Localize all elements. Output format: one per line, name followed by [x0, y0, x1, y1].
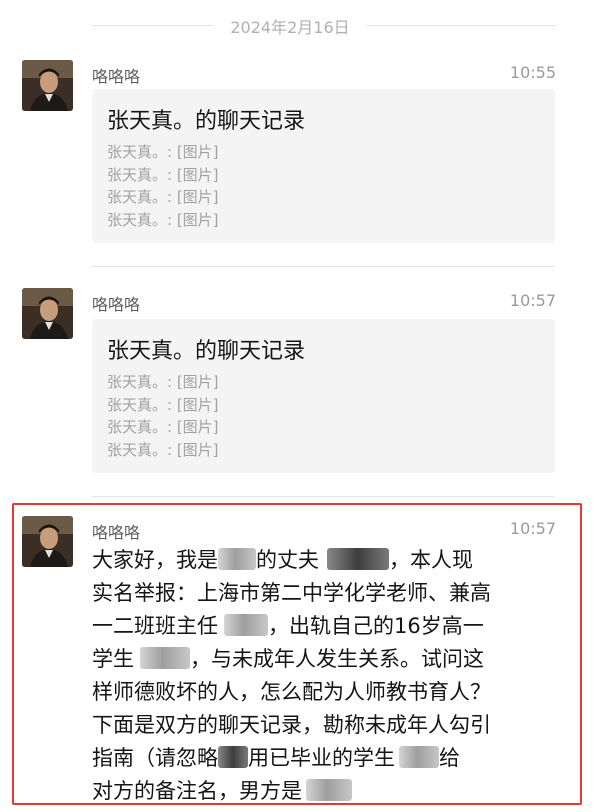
redacted-block: [218, 548, 256, 570]
date-label: 2024年2月16日: [214, 14, 366, 38]
avatar[interactable]: [22, 288, 73, 339]
redacted-block: [140, 647, 190, 669]
card-preview-lines: 张天真。: [图片] 张天真。: [图片] 张天真。: [图片] 张天真。: […: [107, 371, 219, 461]
avatar[interactable]: [22, 60, 73, 111]
chat-record-card[interactable]: 张天真。的聊天记录 张天真。: [图片] 张天真。: [图片] 张天真。: [图…: [92, 89, 555, 243]
sender-name: 咯咯咯: [92, 523, 141, 542]
text-line: 样师德败坏的人，怎么配为人师教书育人？: [92, 680, 491, 704]
text-segment: ，出轨自己的16岁高一: [268, 614, 484, 638]
avatar-portrait-icon: [22, 288, 73, 339]
divider-line: [92, 25, 214, 26]
message-separator: [92, 266, 555, 267]
card-line: 张天真。: [图片]: [107, 165, 219, 184]
redacted-block: [399, 746, 439, 768]
text-line: 下面是双方的聊天记录，勘称未成年人勾引: [92, 713, 491, 737]
card-line: 张天真。: [图片]: [107, 188, 219, 206]
message-separator: [92, 496, 555, 497]
redacted-block: [218, 746, 248, 768]
text-segment: 学生: [92, 647, 134, 671]
date-divider: 2024年2月16日: [0, 0, 595, 48]
text-segment: ，与未成年人发生关系。试问这: [190, 647, 484, 671]
message-time: 10:55: [509, 63, 556, 82]
redacted-block: [224, 614, 268, 636]
text-segment: 大家好，我是: [92, 548, 218, 572]
card-line: 张天真。: [图片]: [107, 395, 219, 414]
text-line: 实名举报：上海市第二中学化学老师、兼高: [92, 581, 491, 605]
sender-name: 咯咯咯: [92, 295, 141, 314]
card-title: 张天真。的聊天记录: [107, 339, 306, 364]
sender-name: 咯咯咯: [92, 67, 141, 86]
text-segment: 用已毕业的学生: [248, 746, 395, 770]
card-title: 张天真。的聊天记录: [107, 109, 306, 134]
avatar-portrait-icon: [22, 60, 73, 111]
text-line: 指南（请忽略 用已毕业的学生 给: [92, 742, 564, 775]
redacted-block: [306, 779, 352, 801]
card-line: 张天真。: [图片]: [107, 373, 219, 391]
text-segment: 的丈夫: [256, 548, 319, 572]
chat-record-card[interactable]: 张天真。的聊天记录 张天真。: [图片] 张天真。: [图片] 张天真。: [图…: [92, 319, 555, 473]
text-line: 对方的备注名，男方是: [92, 775, 564, 808]
text-line: 学生 ，与未成年人发生关系。试问这: [92, 643, 564, 676]
text-segment: 对方的备注名，男方是: [92, 779, 302, 803]
avatar-portrait-icon: [22, 516, 73, 567]
card-line: 张天真。: [图片]: [107, 418, 219, 436]
text-segment: 给: [439, 746, 460, 770]
card-line: 张天真。: [图片]: [107, 440, 219, 459]
text-segment: 一二班班主任: [92, 614, 218, 638]
text-segment: 指南（请忽略: [92, 746, 218, 770]
divider-line: [366, 25, 556, 26]
card-line: 张天真。: [图片]: [107, 143, 219, 161]
card-line: 张天真。: [图片]: [107, 210, 219, 229]
message-time: 10:57: [509, 291, 556, 310]
message-time: 10:57: [509, 519, 556, 538]
avatar[interactable]: [22, 516, 73, 567]
message-text[interactable]: 大家好，我是 的丈夫 ，本人现 实名举报：上海市第二中学化学老师、兼高 一二班班主任…: [92, 544, 564, 808]
text-line: 大家好，我是 的丈夫 ，本人现: [92, 544, 564, 577]
redacted-block: [327, 548, 389, 570]
card-preview-lines: 张天真。: [图片] 张天真。: [图片] 张天真。: [图片] 张天真。: […: [107, 141, 219, 231]
text-segment: ，本人现: [389, 548, 473, 572]
text-line: 一二班班主任 ，出轨自己的16岁高一: [92, 610, 564, 643]
